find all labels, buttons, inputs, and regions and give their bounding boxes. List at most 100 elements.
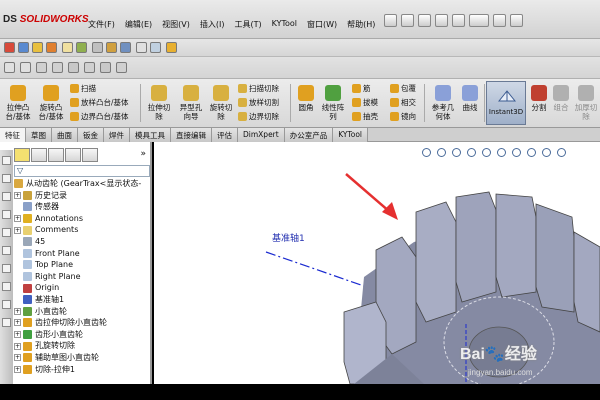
edit-appearance-icon[interactable] (527, 148, 536, 157)
tab-office-products[interactable]: 办公室产品 (284, 128, 334, 142)
reference-geometry-button[interactable]: 参考几 何体 (428, 85, 458, 121)
zoom-icon[interactable] (136, 42, 147, 53)
expand-panel-button[interactable]: » (140, 149, 146, 159)
tab-sheet-metal[interactable]: 钣金 (78, 128, 104, 142)
hide-show-icon[interactable] (106, 42, 117, 53)
curves-button[interactable]: 曲线 (458, 85, 482, 112)
tab-dimxpert[interactable]: DimXpert (238, 128, 285, 142)
tab-weldments[interactable]: 焊件 (104, 128, 130, 142)
circle-icon[interactable] (20, 62, 31, 73)
display-style-icon[interactable] (120, 42, 131, 53)
fillet-button[interactable]: 圆角 (294, 85, 318, 112)
instant3d-button[interactable]: Instant3D (486, 81, 526, 125)
tree-item[interactable]: + Annotations (14, 213, 150, 225)
measure-icon[interactable] (62, 42, 73, 53)
rib-button[interactable]: 筋 (352, 83, 371, 94)
section-view-icon[interactable] (467, 148, 476, 157)
menu-kytool[interactable]: KYTool (272, 19, 297, 30)
tree-item[interactable]: + Comments (14, 224, 150, 236)
swept-cut-button[interactable]: 扫描切除 (238, 83, 279, 94)
feature-manager-tab[interactable] (14, 148, 30, 162)
tree-item[interactable]: Right Plane (14, 271, 150, 283)
strip-icon[interactable] (2, 264, 11, 273)
menu-window[interactable]: 窗口(W) (307, 19, 337, 30)
save-icon[interactable] (418, 14, 431, 27)
strip-icon[interactable] (2, 210, 11, 219)
offset-icon[interactable] (100, 62, 111, 73)
rebuild-icon[interactable] (493, 14, 506, 27)
appearance-icon[interactable] (46, 42, 57, 53)
tab-direct-editing[interactable]: 直接编辑 (171, 128, 212, 142)
tree-filter-input[interactable]: ▽ (14, 165, 150, 177)
options-icon[interactable] (510, 14, 523, 27)
undo-icon[interactable] (452, 14, 465, 27)
revolve-cut-button[interactable]: 旋转切 除 (206, 85, 236, 121)
spline-icon[interactable] (68, 62, 79, 73)
previous-view-icon[interactable] (452, 148, 461, 157)
rotate-icon[interactable] (150, 42, 161, 53)
draft-button[interactable]: 拔模 (352, 97, 378, 108)
expand-toggle[interactable]: + (14, 365, 21, 373)
hide-show-items-icon[interactable] (512, 148, 521, 157)
tree-item[interactable]: + 历史记录 (14, 190, 150, 202)
combine-button[interactable]: 组合 (550, 85, 572, 112)
strip-icon[interactable] (2, 228, 11, 237)
dimxpert-manager-tab[interactable] (65, 148, 81, 162)
expand-toggle[interactable]: + (14, 319, 21, 327)
menu-file[interactable]: 文件(F) (88, 19, 115, 30)
strip-icon[interactable] (2, 246, 11, 255)
strip-icon[interactable] (2, 318, 11, 327)
rectangle-icon[interactable] (52, 62, 63, 73)
linear-pattern-button[interactable]: 线性阵 列 (318, 85, 348, 121)
revolve-boss-button[interactable]: 旋转凸 台/基体 (36, 85, 66, 121)
tab-features[interactable]: 特征 (0, 128, 26, 142)
smart-dimension-icon[interactable] (18, 42, 29, 53)
view-orientation-icon[interactable] (482, 148, 491, 157)
tab-evaluate[interactable]: 评估 (212, 128, 238, 142)
menu-tools[interactable]: 工具(T) (234, 19, 261, 30)
strip-icon[interactable] (2, 282, 11, 291)
tab-mold-tools[interactable]: 模具工具 (130, 128, 171, 142)
expand-toggle[interactable]: + (14, 215, 21, 223)
tree-root-part[interactable]: 从动齿轮 (GearTrax<显示状态- (14, 178, 150, 190)
display-manager-tab[interactable] (82, 148, 98, 162)
expand-toggle[interactable]: + (14, 226, 21, 234)
arc-icon[interactable] (36, 62, 47, 73)
wrap-button[interactable]: 包覆 (390, 83, 416, 94)
tree-item[interactable]: 45 (14, 236, 150, 248)
expand-toggle[interactable]: + (14, 331, 21, 339)
section-view-icon[interactable] (92, 42, 103, 53)
configuration-manager-tab[interactable] (48, 148, 64, 162)
tree-item[interactable]: 传感器 (14, 201, 150, 213)
view-settings-icon[interactable] (557, 148, 566, 157)
tab-sketch[interactable]: 草图 (26, 128, 52, 142)
expand-toggle[interactable]: + (14, 307, 21, 315)
open-file-icon[interactable] (401, 14, 414, 27)
extrude-boss-button[interactable]: 拉伸凸 台/基体 (3, 85, 33, 121)
tab-surfaces[interactable]: 曲面 (52, 128, 78, 142)
tree-item[interactable]: Origin (14, 282, 150, 294)
apply-scene-icon[interactable] (542, 148, 551, 157)
tree-item[interactable]: + 齿形小直齿轮 (14, 329, 150, 341)
tree-item[interactable]: + 孔旋转切除 (14, 340, 150, 352)
view-orient-icon[interactable] (32, 42, 43, 53)
tree-item[interactable]: + 小直齿轮 (14, 306, 150, 318)
new-file-icon[interactable] (384, 14, 397, 27)
expand-toggle[interactable]: + (14, 354, 21, 362)
mirror-button[interactable]: 镜向 (390, 111, 416, 122)
property-manager-tab[interactable] (31, 148, 47, 162)
menu-help[interactable]: 帮助(H) (347, 19, 375, 30)
sweep-button[interactable]: 扫描 (70, 83, 96, 94)
boundary-cut-button[interactable]: 边界切除 (238, 111, 279, 122)
tree-item[interactable]: + 齿拉伸切除小直齿轮 (14, 317, 150, 329)
thicken-cut-button[interactable]: 加厚切 除 (572, 85, 600, 121)
select-arrow-icon[interactable] (469, 14, 489, 27)
loft-boss-button[interactable]: 放样凸台/基体 (70, 97, 129, 108)
mirror-entities-icon[interactable] (116, 62, 127, 73)
intersect-button[interactable]: 相交 (390, 97, 416, 108)
menu-view[interactable]: 视图(V) (162, 19, 190, 30)
boundary-boss-button[interactable]: 边界凸台/基体 (70, 111, 129, 122)
tab-kytool[interactable]: KYTool (333, 128, 369, 142)
tree-item[interactable]: Front Plane (14, 248, 150, 260)
strip-icon[interactable] (2, 174, 11, 183)
